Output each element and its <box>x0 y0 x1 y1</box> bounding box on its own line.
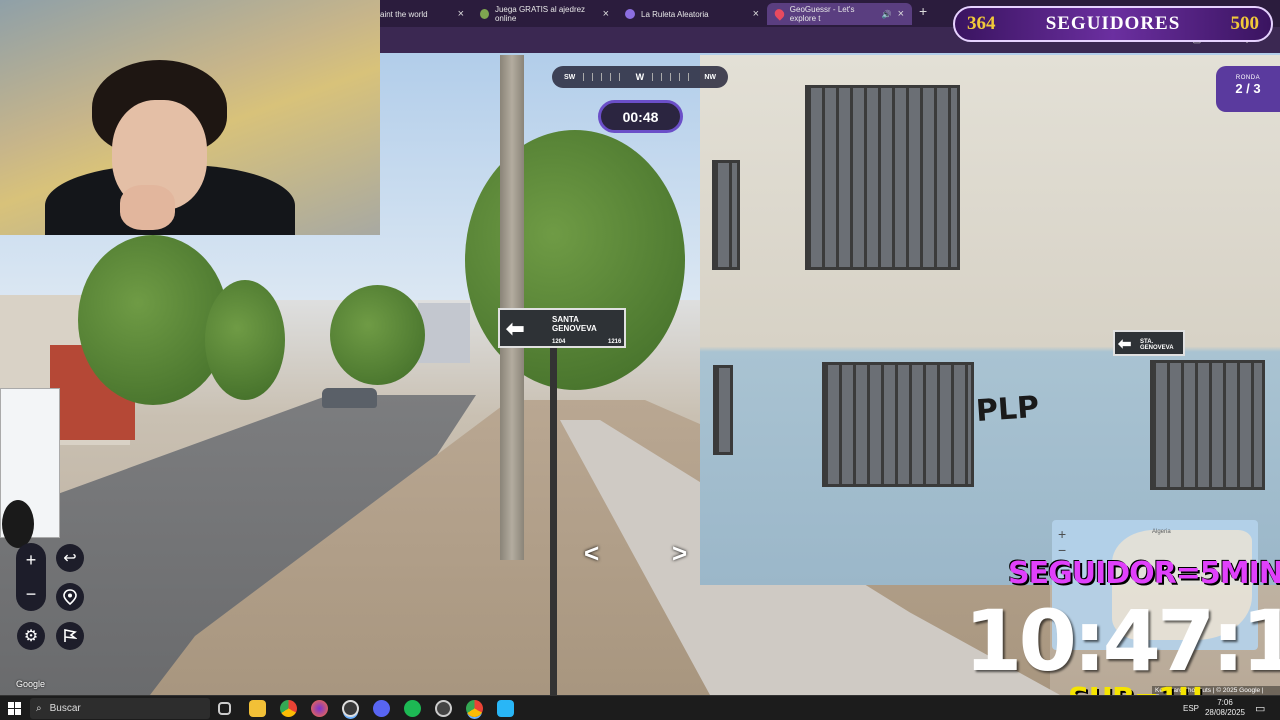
undo-icon: ↩ <box>63 550 77 567</box>
google-watermark: Google <box>16 679 46 689</box>
tab-0[interactable]: aint the world × <box>372 3 472 25</box>
graffiti: PLP <box>974 389 1041 430</box>
checkpoint-button[interactable] <box>56 583 84 611</box>
apartment-tower <box>418 303 470 363</box>
obs-icon[interactable] <box>342 700 359 717</box>
gear-icon: ⚙ <box>23 628 39 645</box>
flag-icon <box>64 629 77 642</box>
tray-date: 28/08/2025 <box>1204 708 1246 717</box>
undo-button[interactable]: ↩ <box>56 544 84 572</box>
chrome-icon[interactable] <box>280 700 297 717</box>
chrome-alt-icon[interactable] <box>466 700 483 717</box>
subathon-clock: 10:47:18 <box>964 592 1280 690</box>
compass-left: SW <box>564 73 576 81</box>
tab-title: Juega GRATIS al ajedrez online <box>494 5 586 23</box>
compass-ticks <box>652 73 697 81</box>
barred-window <box>1150 360 1265 490</box>
app-square-icon[interactable] <box>497 700 514 717</box>
minimap-country-label: Algeria <box>1152 529 1171 535</box>
tree <box>205 280 285 400</box>
followers-label: SEGUIDORES <box>1045 13 1181 34</box>
settings-button[interactable]: ⚙ <box>17 622 45 650</box>
windows-start-icon[interactable] <box>8 702 21 715</box>
tree <box>330 285 425 385</box>
street-sign-name: SANTA GENOVEVA <box>552 315 597 333</box>
return-to-start-button[interactable] <box>56 622 84 650</box>
close-icon[interactable]: × <box>753 8 759 20</box>
app-circle-icon[interactable] <box>435 700 452 717</box>
file-explorer-icon[interactable] <box>249 700 266 717</box>
clock-date[interactable]: 7:06 28/08/2025 <box>1200 698 1250 718</box>
zoom-in-button[interactable]: + <box>16 545 46 575</box>
compass-ticks <box>583 73 628 81</box>
language-indicator[interactable]: ESP <box>1183 704 1199 713</box>
move-right-arrow[interactable]: > <box>672 538 687 569</box>
street-number-right: 1216 <box>608 339 622 345</box>
tab-title: La Ruleta Aleatoria <box>641 9 709 19</box>
firefox-icon[interactable] <box>311 700 328 717</box>
van-wheel <box>2 500 34 548</box>
compass-right: NW <box>704 73 717 81</box>
taskbar-search[interactable]: ⌕ Buscar <box>30 698 210 719</box>
map-pin-icon <box>63 589 77 605</box>
street-number-left: 1204 <box>552 339 566 345</box>
tree <box>465 130 685 390</box>
search-icon: ⌕ <box>36 703 42 714</box>
tray-time: 7:06 <box>1217 698 1233 707</box>
close-icon[interactable]: × <box>603 8 609 20</box>
speaker-icon[interactable]: 🔊 <box>882 10 892 19</box>
barred-window <box>805 85 960 270</box>
sign-post <box>550 330 557 695</box>
roulette-icon <box>625 9 635 19</box>
round-timer: 00:48 <box>598 100 683 133</box>
notification-icon[interactable]: ▭ <box>1255 702 1265 715</box>
compass: SW W NW <box>552 66 728 88</box>
zoom-out-button[interactable]: − <box>16 579 46 609</box>
corner-building <box>700 55 1280 585</box>
move-left-arrow[interactable]: < <box>584 538 599 569</box>
barred-window <box>713 365 733 455</box>
tab-title: GeoGuessr - Let's explore t <box>789 5 855 23</box>
tab-2[interactable]: La Ruleta Aleatoria × <box>617 3 767 25</box>
webcam-overlay <box>0 0 380 235</box>
followers-goal-badge: 364 SEGUIDORES 500 <box>953 6 1273 42</box>
task-view-icon[interactable] <box>218 702 231 715</box>
parked-car <box>322 388 377 408</box>
compass-center: W <box>635 72 645 82</box>
spotify-icon[interactable] <box>404 700 421 717</box>
wall-street-sign: ⬅ STA. GENOVEVA <box>1113 330 1185 356</box>
streamer-hand <box>120 185 175 230</box>
minimap-zoom-in[interactable]: + <box>1058 526 1066 542</box>
zoom-controls: + − <box>16 543 46 611</box>
follower-rule-text: SEGUIDOR=5MIN <box>1008 556 1280 591</box>
barred-window <box>822 362 974 487</box>
screen: PLP ⬅ SANTA GENOVEVA 1204 1216 ⬅ STA. GE… <box>0 0 1280 720</box>
followers-target: 500 <box>1230 13 1259 34</box>
new-tab-button[interactable]: + <box>919 3 927 19</box>
geoguessr-pin-icon <box>772 7 787 21</box>
tab-1[interactable]: Juega GRATIS al ajedrez online × <box>472 3 617 25</box>
chess-icon <box>480 9 489 19</box>
close-icon[interactable]: × <box>458 8 464 20</box>
tab-3-active[interactable]: GeoGuessr - Let's explore t 🔊 × <box>767 3 912 25</box>
arrow-left-icon: ⬅ <box>1118 336 1132 353</box>
followers-current: 364 <box>967 13 996 34</box>
close-icon[interactable]: × <box>898 8 904 20</box>
barred-window <box>712 160 740 270</box>
street-sign: ⬅ SANTA GENOVEVA 1204 1216 <box>498 308 626 348</box>
discord-icon[interactable] <box>373 700 390 717</box>
tab-title: aint the world <box>380 9 428 19</box>
tree <box>78 235 228 405</box>
search-placeholder: Buscar <box>49 703 81 714</box>
windows-taskbar: ⌕ Buscar ESP 7:06 28/08/2025 ▭ <box>0 695 1280 720</box>
arrow-left-icon: ⬅ <box>506 316 525 341</box>
round-indicator: RONDA 2 / 3 <box>1216 66 1280 112</box>
round-value: 2 / 3 <box>1235 81 1261 96</box>
wall-sign-name: STA. GENOVEVA <box>1140 339 1174 351</box>
minimap-zoom: + − <box>1058 526 1066 558</box>
